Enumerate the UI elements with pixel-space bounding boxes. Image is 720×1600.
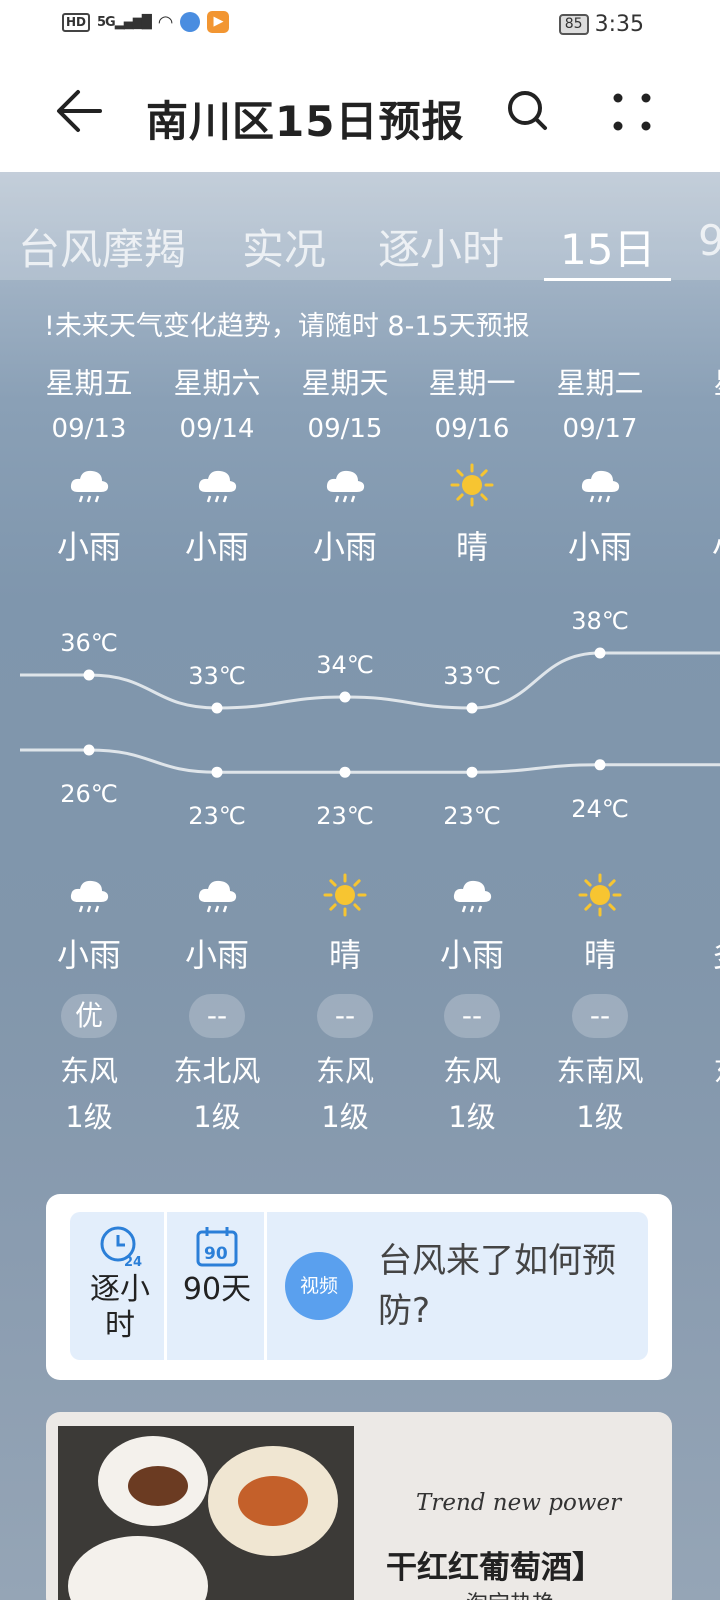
status-left: HD 5G▂▄▆█ ◠ ▶ [62,11,230,33]
ad-product: 干红红葡萄酒】 [386,1550,603,1586]
90day-label: 90天 [182,1272,252,1307]
battery-icon: 85 [558,14,589,35]
food-photo [58,1426,354,1600]
high-temp-line [20,651,720,710]
page-title: 南川区15日预报 [146,97,465,146]
high-temp-point [211,702,223,714]
90day-button[interactable]: 90 90天 [172,1226,262,1308]
hourly-label: 逐小时 [90,1272,150,1343]
hd-badge: HD [62,12,91,32]
video-app-notification-icon: ▶ [207,11,230,33]
status-bar: HD 5G▂▄▆█ ◠ ▶ 85 3:35 [0,0,720,50]
weather-panel: 台风摩羯 实况 逐小时 15日 9 !未来天气变化趋势，请随时 8-15天预报 … [0,172,720,1600]
more-options-icon[interactable] [612,90,652,134]
high-temp-point [339,691,351,703]
shrimp-dish [238,1476,308,1526]
hourly-button[interactable]: 24 逐小时 [78,1224,162,1344]
clock-24-icon: 24 [100,1226,142,1270]
ad-sub: 淘宝热艳 [466,1586,554,1600]
video-icon[interactable]: 视频 [285,1252,353,1320]
network-label: 5G [97,14,116,30]
low-temp-point [466,766,478,778]
video-title[interactable]: 台风来了如何预防? [378,1236,628,1336]
high-temp-point [466,702,478,714]
plate [68,1536,208,1600]
low-temp-point [339,766,351,778]
ad-tagline: Trend new power [416,1490,622,1516]
clock-time: 3:35 [594,12,644,37]
low-temp-point [83,744,95,756]
signal-icon: 5G▂▄▆█ [97,14,152,30]
ad-banner[interactable]: Trend new power 干红红葡萄酒】 淘宝热艳 [46,1412,672,1600]
temperature-curves [20,647,720,778]
low-temp-point [594,759,606,771]
low-temp-line [20,748,720,774]
search-icon[interactable] [505,88,551,134]
calendar-icon-text: 90 [204,1244,228,1264]
calendar-90-icon: 90 [196,1227,238,1267]
shortcut-divider [164,1212,167,1360]
app-bar: 南川区15日预报 [0,50,720,172]
back-arrow-icon[interactable] [54,86,106,136]
clock-icon-text: 24 [124,1255,142,1268]
steak [128,1466,188,1506]
shortcut-divider [264,1212,267,1360]
low-temp-point [211,766,223,778]
high-temp-point [594,647,606,659]
wifi-icon: ◠ [157,11,174,33]
status-right: 85 3:35 [558,12,644,37]
app-notification-icon [180,12,201,32]
high-temp-point [83,669,95,681]
